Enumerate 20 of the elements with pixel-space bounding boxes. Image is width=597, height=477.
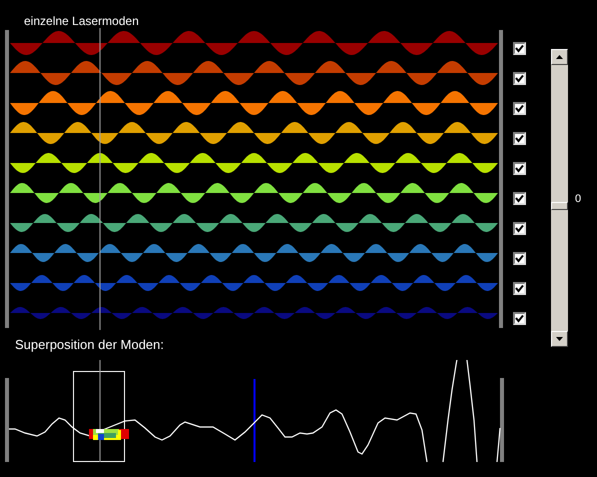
- checkbox[interactable]: [513, 282, 526, 295]
- checkbox[interactable]: [513, 252, 526, 265]
- checkbox[interactable]: [513, 42, 526, 55]
- checkbox[interactable]: [513, 192, 526, 205]
- scroll-down-button[interactable]: [551, 331, 568, 347]
- superposition-curve: [496, 428, 501, 462]
- checkbox[interactable]: [513, 312, 526, 325]
- caret-down-icon: [556, 337, 563, 341]
- checkbox[interactable]: [513, 72, 526, 85]
- panel-title: einzelne Lasermoden: [23, 13, 140, 28]
- slider-value: 0: [575, 193, 582, 205]
- slider-thumb[interactable]: [551, 202, 568, 210]
- checkbox[interactable]: [513, 132, 526, 145]
- caret-up-icon: [556, 55, 563, 59]
- scroll-up-button[interactable]: [551, 49, 568, 65]
- pulse-drawing: [89, 429, 129, 440]
- checkbox[interactable]: [513, 162, 526, 175]
- checkbox[interactable]: [513, 102, 526, 115]
- checkbox[interactable]: [513, 222, 526, 235]
- section-label: Superposition der Moden:: [14, 336, 165, 354]
